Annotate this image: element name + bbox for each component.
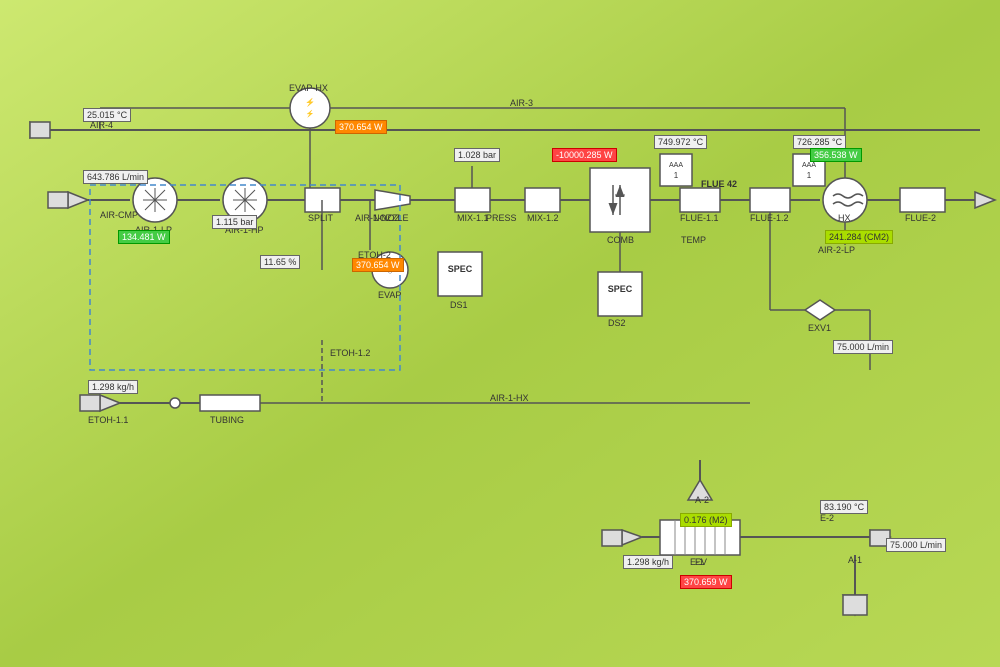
air-cmp-label: AIR-CMP bbox=[100, 210, 138, 220]
nozzle-label: NOZZLE bbox=[373, 213, 409, 223]
evap-power-value: 370.654 W bbox=[352, 258, 404, 272]
flue42-label: FLUE 42 bbox=[701, 179, 737, 189]
spec-ds2-sublabel: DS2 bbox=[608, 318, 626, 328]
air2lp-label: AIR-2-LP bbox=[818, 245, 855, 255]
evap-label: EVAP bbox=[378, 290, 401, 300]
air2lp-value: 241.284 (CM2) bbox=[825, 230, 893, 244]
flue12-label: FLUE-1.2 bbox=[750, 213, 789, 223]
etoh11-label: ETOH-1.1 bbox=[88, 415, 128, 425]
tubing-label: TUBING bbox=[210, 415, 244, 425]
hx-label: HX bbox=[838, 213, 851, 223]
air1hp-pressure-value: 1.115 bar bbox=[212, 215, 257, 229]
hx-temp-value: 726.285 °C bbox=[793, 135, 846, 149]
air-cmp-flow-value: 643.786 L/min bbox=[83, 170, 148, 184]
e2-temp-value: 83.190 °C bbox=[820, 500, 868, 514]
mix11-label: MIX-1.1 bbox=[457, 213, 489, 223]
evaphx-label: EVAP-HX bbox=[289, 83, 328, 93]
a1-label: A-1 bbox=[848, 555, 862, 565]
exv-flow-value: 75.000 L/min bbox=[833, 340, 893, 354]
flue11-label: FLUE-1.1 bbox=[680, 213, 719, 223]
svg-text:1: 1 bbox=[674, 171, 679, 180]
split-label: SPLIT bbox=[308, 213, 333, 223]
e2-flow-value: 75.000 L/min bbox=[886, 538, 946, 552]
etoh-flow-value: 1.298 kg/h bbox=[88, 380, 138, 394]
press-label: PRESS bbox=[486, 213, 517, 223]
svg-text:AAA: AAA bbox=[802, 162, 816, 169]
svg-text:⚡: ⚡ bbox=[305, 97, 315, 107]
ev-label: EV bbox=[695, 557, 707, 567]
air1hp-power-value: 134.481 W bbox=[118, 230, 170, 244]
mix-pressure-value: 1.028 bar bbox=[454, 148, 500, 162]
ev-area-value: 0.176 (M2) bbox=[680, 513, 732, 527]
a2-label: A-2 bbox=[695, 495, 709, 505]
ev-flow-value: 1.298 kg/h bbox=[623, 555, 673, 569]
comb-power-value: -10000.285 W bbox=[552, 148, 617, 162]
exv1-label: EXV1 bbox=[808, 323, 831, 333]
split-percent-value: 11.65 % bbox=[260, 255, 300, 269]
evaphx-power-value: 370.654 W bbox=[335, 120, 387, 134]
temp-label: TEMP bbox=[681, 235, 706, 245]
svg-text:AAA: AAA bbox=[669, 162, 683, 169]
etoh12-label: ETOH-1.2 bbox=[330, 348, 370, 358]
ev-power-value: 370.659 W bbox=[680, 575, 732, 589]
svg-text:⚡: ⚡ bbox=[306, 109, 315, 118]
spec-ds1-sublabel: DS1 bbox=[450, 300, 468, 310]
air4-label: AIR-4 bbox=[90, 120, 113, 130]
air3-label: AIR-3 bbox=[510, 98, 533, 108]
svg-text:SPEC: SPEC bbox=[448, 264, 473, 274]
air1hx-label: AIR-1-HX bbox=[490, 393, 529, 403]
mix12-label: MIX-1.2 bbox=[527, 213, 559, 223]
flue2-label: FLUE-2 bbox=[905, 213, 936, 223]
flue-temp-value: 749.972 °C bbox=[654, 135, 707, 149]
svg-text:SPEC: SPEC bbox=[608, 284, 633, 294]
e2-label: E-2 bbox=[820, 513, 834, 523]
comb-label: COMB bbox=[607, 235, 634, 245]
hx-power-value: 356.538 W bbox=[810, 148, 862, 162]
svg-text:1: 1 bbox=[807, 171, 812, 180]
